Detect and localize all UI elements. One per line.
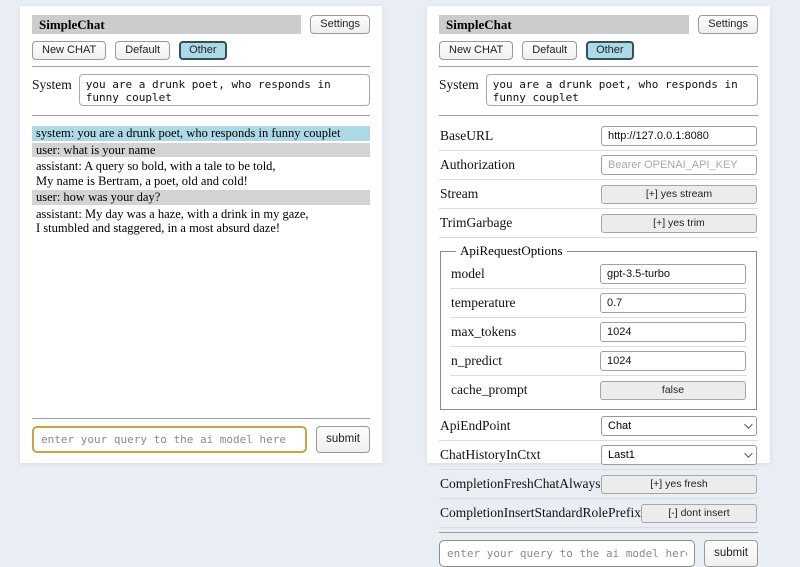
cache-prompt-toggle-button[interactable]: false: [600, 381, 746, 400]
model-input[interactable]: [600, 264, 746, 284]
setting-row-cache-prompt: cache_prompt false: [450, 376, 747, 404]
setting-row-api-endpoint: ApiEndPoint Chat: [439, 412, 758, 441]
setting-row-temperature: temperature: [450, 289, 747, 318]
app-title: SimpleChat: [32, 15, 301, 34]
session-button-default[interactable]: Default: [522, 41, 577, 60]
query-input[interactable]: [439, 540, 695, 567]
assistant-line: assistant: A query so bold, with a tale …: [36, 159, 366, 174]
model-label: model: [451, 266, 600, 282]
setting-row-chat-history: ChatHistoryInCtxt Last1: [439, 441, 758, 470]
chat-message-system: system: you are a drunk poet, who respon…: [32, 126, 370, 141]
setting-row-n-predict: n_predict: [450, 347, 747, 376]
baseurl-input[interactable]: [601, 126, 757, 146]
chat-history-selected-value: Last1: [608, 449, 635, 461]
setting-row-max-tokens: max_tokens: [450, 318, 747, 347]
app-title: SimpleChat: [439, 15, 689, 34]
authorization-label: Authorization: [440, 157, 601, 173]
api-endpoint-selected-value: Chat: [608, 420, 631, 432]
submit-button[interactable]: submit: [316, 426, 370, 453]
session-button-other[interactable]: Other: [179, 41, 227, 60]
query-bar: submit: [32, 426, 370, 453]
setting-row-stream: Stream [+] yes stream: [439, 180, 758, 209]
setting-row-fresh-chat: CompletionFreshChatAlways [+] yes fresh: [439, 470, 758, 499]
chevron-down-icon: [744, 449, 752, 457]
new-chat-button[interactable]: New CHAT: [32, 41, 106, 60]
divider: [32, 115, 370, 116]
chat-message-assistant: assistant: A query so bold, with a tale …: [32, 159, 370, 188]
system-prompt-label: System: [32, 74, 72, 106]
trimgarbage-label: TrimGarbage: [440, 215, 601, 231]
submit-button[interactable]: submit: [704, 540, 758, 567]
authorization-input[interactable]: [601, 155, 757, 175]
setting-row-trimgarbage: TrimGarbage [+] yes trim: [439, 209, 758, 238]
titlebar: SimpleChat Settings: [439, 15, 758, 34]
chevron-down-icon: [744, 420, 752, 428]
stream-toggle-button[interactable]: [+] yes stream: [601, 185, 757, 204]
role-prefix-label: CompletionInsertStandardRolePrefix: [440, 505, 641, 521]
divider: [32, 418, 370, 419]
divider: [439, 532, 758, 533]
setting-row-role-prefix: CompletionInsertStandardRolePrefix [-] d…: [439, 499, 758, 528]
trimgarbage-toggle-button[interactable]: [+] yes trim: [601, 214, 757, 233]
api-endpoint-label: ApiEndPoint: [440, 418, 601, 434]
session-toolbar: New CHAT Default Other: [32, 41, 370, 60]
divider: [32, 66, 370, 67]
chat-history-label: ChatHistoryInCtxt: [440, 447, 601, 463]
session-button-other[interactable]: Other: [586, 41, 634, 60]
assistant-line: I stumbled and staggered, in a most absu…: [36, 221, 366, 236]
temperature-label: temperature: [451, 295, 600, 311]
chat-view-panel: SimpleChat Settings New CHAT Default Oth…: [20, 6, 382, 463]
fresh-chat-label: CompletionFreshChatAlways: [440, 476, 601, 492]
settings-button[interactable]: Settings: [698, 15, 758, 34]
max-tokens-label: max_tokens: [451, 324, 600, 340]
system-prompt-label: System: [439, 74, 479, 106]
chat-message-user: user: how was your day?: [32, 190, 370, 205]
session-button-default[interactable]: Default: [115, 41, 170, 60]
setting-row-baseurl: BaseURL: [439, 122, 758, 151]
system-prompt-input[interactable]: you are a drunk poet, who responds in fu…: [79, 74, 370, 106]
api-request-options-legend: ApiRequestOptions: [456, 243, 567, 259]
role-prefix-toggle-button[interactable]: [-] dont insert: [641, 504, 757, 523]
n-predict-label: n_predict: [451, 353, 600, 369]
session-toolbar: New CHAT Default Other: [439, 41, 758, 60]
titlebar: SimpleChat Settings: [32, 15, 370, 34]
setting-row-authorization: Authorization: [439, 151, 758, 180]
new-chat-button[interactable]: New CHAT: [439, 41, 513, 60]
system-prompt-row: System you are a drunk poet, who respond…: [32, 74, 370, 106]
baseurl-label: BaseURL: [440, 128, 601, 144]
stream-label: Stream: [440, 186, 601, 202]
api-endpoint-select[interactable]: Chat: [601, 416, 757, 436]
settings-button[interactable]: Settings: [310, 15, 370, 34]
fresh-chat-toggle-button[interactable]: [+] yes fresh: [601, 475, 757, 494]
divider: [439, 115, 758, 116]
chat-message-assistant: assistant: My day was a haze, with a dri…: [32, 207, 370, 236]
system-prompt-input[interactable]: you are a drunk poet, who responds in fu…: [486, 74, 758, 106]
assistant-line: My name is Bertram, a poet, old and cold…: [36, 174, 366, 189]
cache-prompt-label: cache_prompt: [451, 382, 600, 398]
api-request-options-fieldset: ApiRequestOptions model temperature max_…: [440, 243, 757, 410]
chat-message-user: user: what is your name: [32, 143, 370, 158]
query-bar: submit: [439, 540, 758, 567]
system-prompt-row: System you are a drunk poet, who respond…: [439, 74, 758, 106]
divider: [439, 66, 758, 67]
settings-view-panel: SimpleChat Settings New CHAT Default Oth…: [427, 6, 770, 463]
chat-messages: system: you are a drunk poet, who respon…: [32, 126, 370, 414]
settings-list: BaseURL Authorization Stream [+] yes str…: [439, 122, 758, 528]
chat-history-select[interactable]: Last1: [601, 445, 757, 465]
max-tokens-input[interactable]: [600, 322, 746, 342]
temperature-input[interactable]: [600, 293, 746, 313]
assistant-line: assistant: My day was a haze, with a dri…: [36, 207, 366, 222]
query-input[interactable]: [32, 426, 307, 453]
n-predict-input[interactable]: [600, 351, 746, 371]
setting-row-model: model: [450, 260, 747, 289]
